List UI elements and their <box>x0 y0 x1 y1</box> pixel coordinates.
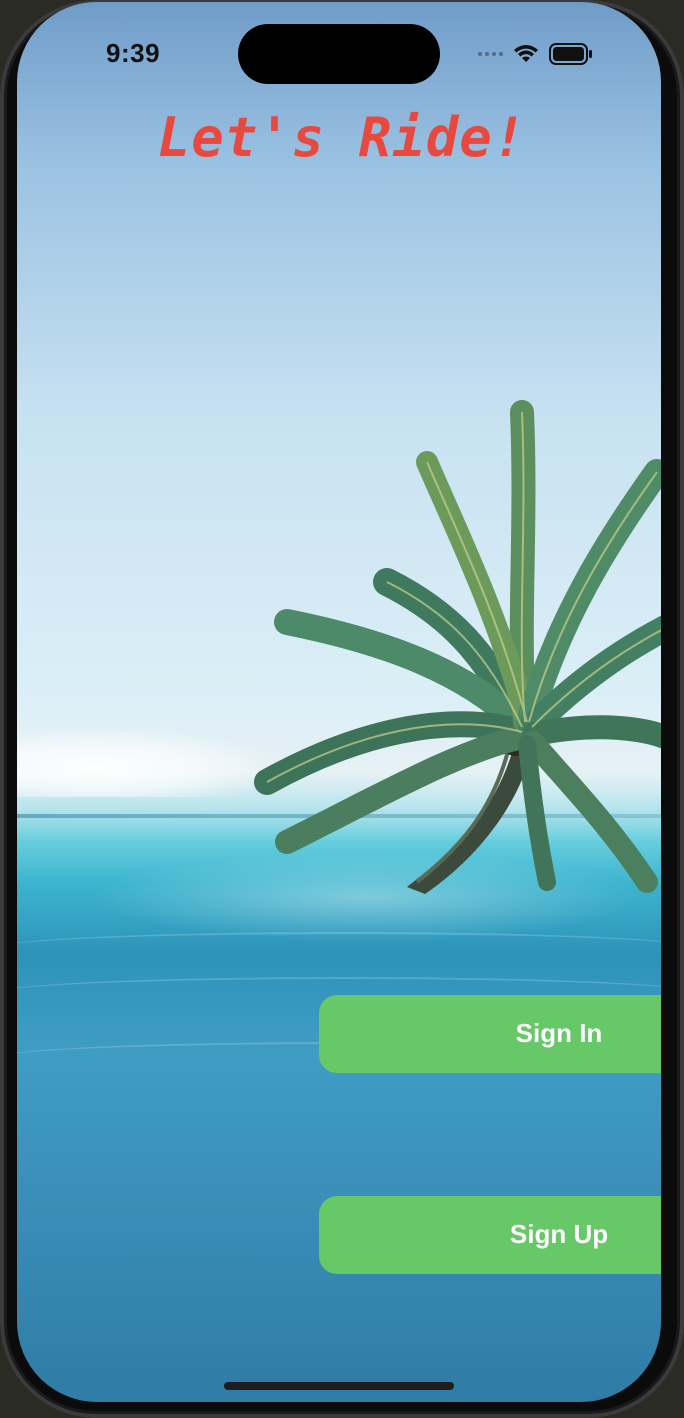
wifi-icon <box>514 45 538 62</box>
sign-in-button[interactable]: Sign In <box>319 995 661 1073</box>
signal-dots-icon <box>478 52 503 56</box>
sign-up-label: Sign Up <box>509 1219 609 1249</box>
button-area: Sign In Sign Up <box>17 2 661 1402</box>
battery-icon <box>549 43 592 65</box>
sign-in-label: Sign In <box>515 1018 603 1048</box>
sign-up-button[interactable]: Sign Up <box>319 1196 661 1274</box>
dynamic-island <box>238 24 440 84</box>
status-icons <box>478 40 593 68</box>
page-title: Let's Ride! <box>157 106 527 169</box>
phone-frame: Sign In Sign Up Let's Ride! 9:39 <box>0 0 684 1418</box>
home-indicator[interactable] <box>224 1382 454 1390</box>
app-screen: Sign In Sign Up <box>17 2 661 1402</box>
status-time: 9:39 <box>106 38 161 68</box>
